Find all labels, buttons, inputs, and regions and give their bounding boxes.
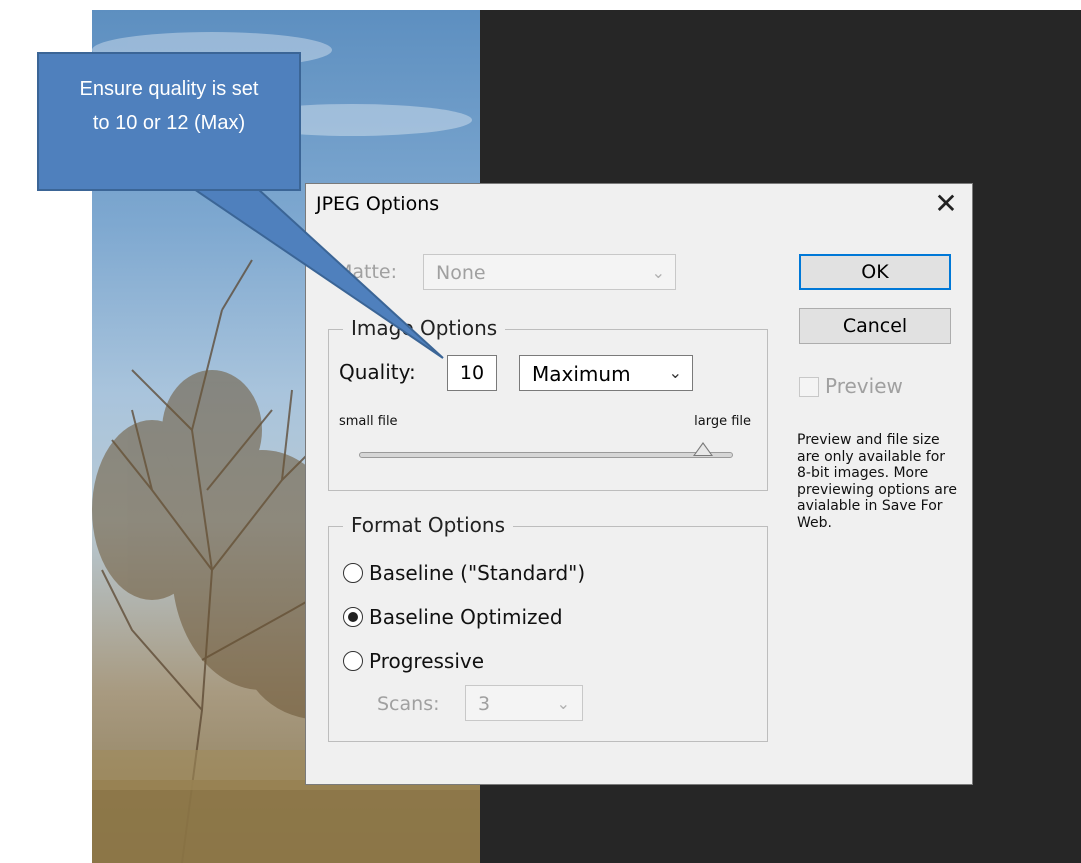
quality-preset-select[interactable]: Maximum ⌄ bbox=[519, 355, 693, 391]
preview-label: Preview bbox=[825, 374, 903, 398]
large-file-label: large file bbox=[694, 414, 751, 429]
quality-slider-thumb[interactable] bbox=[693, 442, 714, 456]
chevron-down-icon: ⌄ bbox=[668, 363, 682, 382]
format-options-group: Format Options Baseline ("Standard") Bas… bbox=[328, 513, 768, 742]
instruction-callout: Ensure quality is set to 10 or 12 (Max) bbox=[37, 52, 301, 191]
small-file-label: small file bbox=[339, 414, 398, 429]
radio-circle[interactable] bbox=[343, 607, 363, 627]
quality-slider-track[interactable] bbox=[359, 452, 733, 458]
radio-label: Baseline ("Standard") bbox=[369, 561, 586, 585]
chevron-down-icon: ⌄ bbox=[651, 263, 665, 282]
preview-checkbox[interactable] bbox=[799, 377, 819, 397]
callout-line-1: Ensure quality is set bbox=[79, 78, 259, 100]
cancel-button[interactable]: Cancel bbox=[799, 308, 951, 344]
radio-label: Progressive bbox=[369, 649, 485, 673]
scans-value: 3 bbox=[478, 693, 491, 715]
radio-circle[interactable] bbox=[343, 651, 363, 671]
matte-select[interactable]: None ⌄ bbox=[423, 254, 676, 290]
callout-line-2: to 10 or 12 (Max) bbox=[92, 112, 246, 134]
chevron-down-icon: ⌄ bbox=[556, 694, 570, 713]
radio-circle[interactable] bbox=[343, 563, 363, 583]
ok-button[interactable]: OK bbox=[799, 254, 951, 290]
format-options-legend: Format Options bbox=[343, 513, 514, 537]
preview-note: Preview and file size are only available… bbox=[797, 432, 957, 531]
scans-select[interactable]: 3 ⌄ bbox=[465, 685, 583, 721]
radio-label: Baseline Optimized bbox=[369, 605, 563, 629]
close-icon[interactable]: ✕ bbox=[930, 188, 962, 220]
quality-preset-value: Maximum bbox=[532, 362, 631, 386]
scans-label: Scans: bbox=[377, 693, 440, 715]
